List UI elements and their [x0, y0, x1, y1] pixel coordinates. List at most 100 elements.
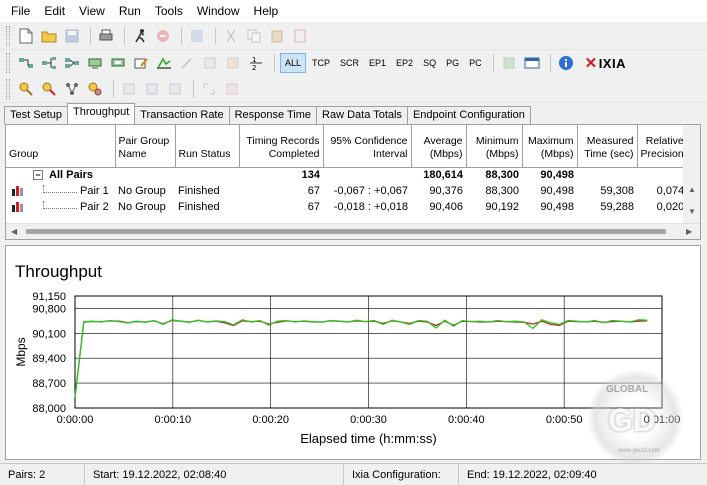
col-header-average[interactable]: Average (Mbps) [411, 125, 467, 168]
rename-icon[interactable] [177, 53, 197, 73]
grid-vertical-scrollbar[interactable]: ▲ ▼ [683, 125, 700, 225]
new-file-icon[interactable] [16, 26, 36, 46]
paste-icon[interactable] [267, 26, 287, 46]
graph-options-icon[interactable] [85, 79, 105, 99]
col-header-group[interactable]: Group [6, 125, 116, 168]
protocol-filter-all[interactable]: ALL [280, 53, 307, 73]
copy-icon[interactable] [244, 26, 264, 46]
scroll-right-icon[interactable]: ▶ [686, 227, 692, 236]
compare-icon[interactable] [39, 79, 59, 99]
scroll-up-icon[interactable]: ▲ [688, 185, 696, 194]
status-bar: Pairs: 2 Start: 19.12.2022, 02:08:40 Ixi… [0, 463, 707, 485]
filter-icon[interactable] [223, 53, 243, 73]
network-pair-icon[interactable] [85, 53, 105, 73]
script-icon[interactable] [154, 53, 174, 73]
tree-connector [43, 185, 77, 193]
tab-test-setup[interactable]: Test Setup [4, 106, 68, 124]
row-run-status: Finished [178, 185, 220, 197]
menu-tools[interactable]: Tools [148, 0, 190, 22]
row-run-status: Finished [178, 201, 220, 213]
protocol-filter-pc[interactable]: PC [465, 53, 486, 73]
protocol-filter-pg[interactable]: PG [442, 53, 463, 73]
refresh-icon[interactable] [187, 26, 207, 46]
toolbar-grip[interactable] [6, 79, 10, 99]
tab-transaction-rate[interactable]: Transaction Rate [134, 106, 230, 124]
endpoint-icon[interactable] [16, 79, 36, 99]
info-icon[interactable] [556, 53, 576, 73]
table-row-summary[interactable]: − All Pairs 134 180,614 88,300 90,498 [6, 167, 687, 183]
tree-connector [43, 201, 77, 209]
add-multicast-icon[interactable] [39, 53, 59, 73]
expand-icon[interactable] [199, 79, 219, 99]
summary-timing-records: 134 [301, 169, 320, 182]
stop-icon[interactable] [153, 26, 173, 46]
y-tick-label: 90,800 [32, 303, 66, 315]
pair-toolbar: 12 ALL TCP SCR EP1 EP2 SQ PG PC ✕ IXIA [0, 50, 707, 77]
tab-endpoint-configuration[interactable]: Endpoint Configuration [406, 106, 531, 124]
protocol-filter-scr[interactable]: SCR [336, 53, 363, 73]
row-relative-precision: 0,020 [656, 201, 685, 213]
grid-horizontal-scrollbar[interactable]: ◀ ▶ [6, 223, 700, 239]
zoom-out-icon[interactable] [142, 79, 162, 99]
col-header-measured-time[interactable]: Measured Time (sec) [577, 125, 638, 168]
tab-response-time[interactable]: Response Time [228, 106, 318, 124]
reset-icon[interactable] [222, 79, 242, 99]
col-header-maximum[interactable]: Maximum (Mbps) [522, 125, 578, 168]
summary-minimum: 88,300 [485, 169, 519, 182]
col-header-confidence[interactable]: 95% Confidence Interval [323, 125, 412, 168]
grid-horizontal-scroll-thumb[interactable] [26, 229, 666, 234]
row-pair-group-name: No Group [118, 185, 166, 197]
menu-help[interactable]: Help [247, 0, 286, 22]
pair-group-icon[interactable] [62, 53, 82, 73]
results-table: Group Pair Group Name Run Status Timing … [6, 125, 688, 215]
toolbar-separator [113, 80, 114, 98]
row-confidence: -0,018 : +0,018 [333, 201, 408, 213]
protocol-filter-ep2[interactable]: EP2 [392, 53, 417, 73]
protocol-filter-sq[interactable]: SQ [419, 53, 440, 73]
table-row[interactable]: Pair 2 No Group Finished 67 -0,018 : +0,… [6, 199, 687, 215]
add-pair-icon[interactable] [16, 53, 36, 73]
col-header-run-status[interactable]: Run Status [175, 125, 240, 168]
menu-window[interactable]: Window [190, 0, 247, 22]
hardware-pair-icon[interactable] [108, 53, 128, 73]
collapse-toggle[interactable]: − [33, 170, 43, 181]
table-row[interactable]: Pair 1 No Group Finished 67 -0,067 : +0,… [6, 183, 687, 199]
watermark-big-text: GD [608, 402, 656, 438]
edit-pair-icon[interactable] [131, 53, 151, 73]
tab-raw-data-totals[interactable]: Raw Data Totals [316, 106, 408, 124]
save-icon[interactable] [62, 26, 82, 46]
zoom-fit-icon[interactable] [165, 79, 185, 99]
row-confidence: -0,067 : +0,067 [333, 185, 408, 197]
menu-view[interactable]: View [72, 0, 112, 22]
zoom-in-icon[interactable] [119, 79, 139, 99]
col-header-relative-precision[interactable]: Relative Precision [637, 125, 688, 168]
network-map-icon[interactable] [62, 79, 82, 99]
print-icon[interactable] [96, 26, 116, 46]
toolbar-grip[interactable] [6, 53, 10, 73]
protocol-filter-ep1[interactable]: EP1 [365, 53, 390, 73]
menu-edit[interactable]: Edit [37, 0, 72, 22]
ixia-brand-text: IXIA [598, 55, 626, 71]
scroll-down-icon[interactable]: ▼ [688, 207, 696, 216]
col-header-minimum[interactable]: Minimum (Mbps) [466, 125, 523, 168]
toolbar-grip[interactable] [6, 26, 10, 46]
x-tick-label: 0:00:30 [350, 414, 387, 426]
swap-icon[interactable] [200, 53, 220, 73]
protocol-filter-tcp[interactable]: TCP [308, 53, 334, 73]
summary-group: All Pairs [49, 169, 94, 182]
scroll-left-icon[interactable]: ◀ [11, 227, 17, 236]
menu-run[interactable]: Run [112, 0, 148, 22]
window-icon[interactable] [522, 53, 542, 73]
tab-throughput[interactable]: Throughput [66, 103, 136, 124]
y-tick-label: 91,150 [32, 291, 66, 303]
sort-numbers-icon[interactable]: 12 [246, 53, 266, 73]
col-header-pair-group-name[interactable]: Pair Group Name [115, 125, 176, 168]
run-icon[interactable] [130, 26, 150, 46]
menu-file[interactable]: File [4, 0, 37, 22]
col-header-timing-records[interactable]: Timing Records Completed [239, 125, 324, 168]
open-folder-icon[interactable] [39, 26, 59, 46]
status-ixia-config: Ixia Configuration: [344, 464, 459, 485]
cut-icon[interactable] [221, 26, 241, 46]
export-icon[interactable] [499, 53, 519, 73]
delete-icon[interactable] [290, 26, 310, 46]
